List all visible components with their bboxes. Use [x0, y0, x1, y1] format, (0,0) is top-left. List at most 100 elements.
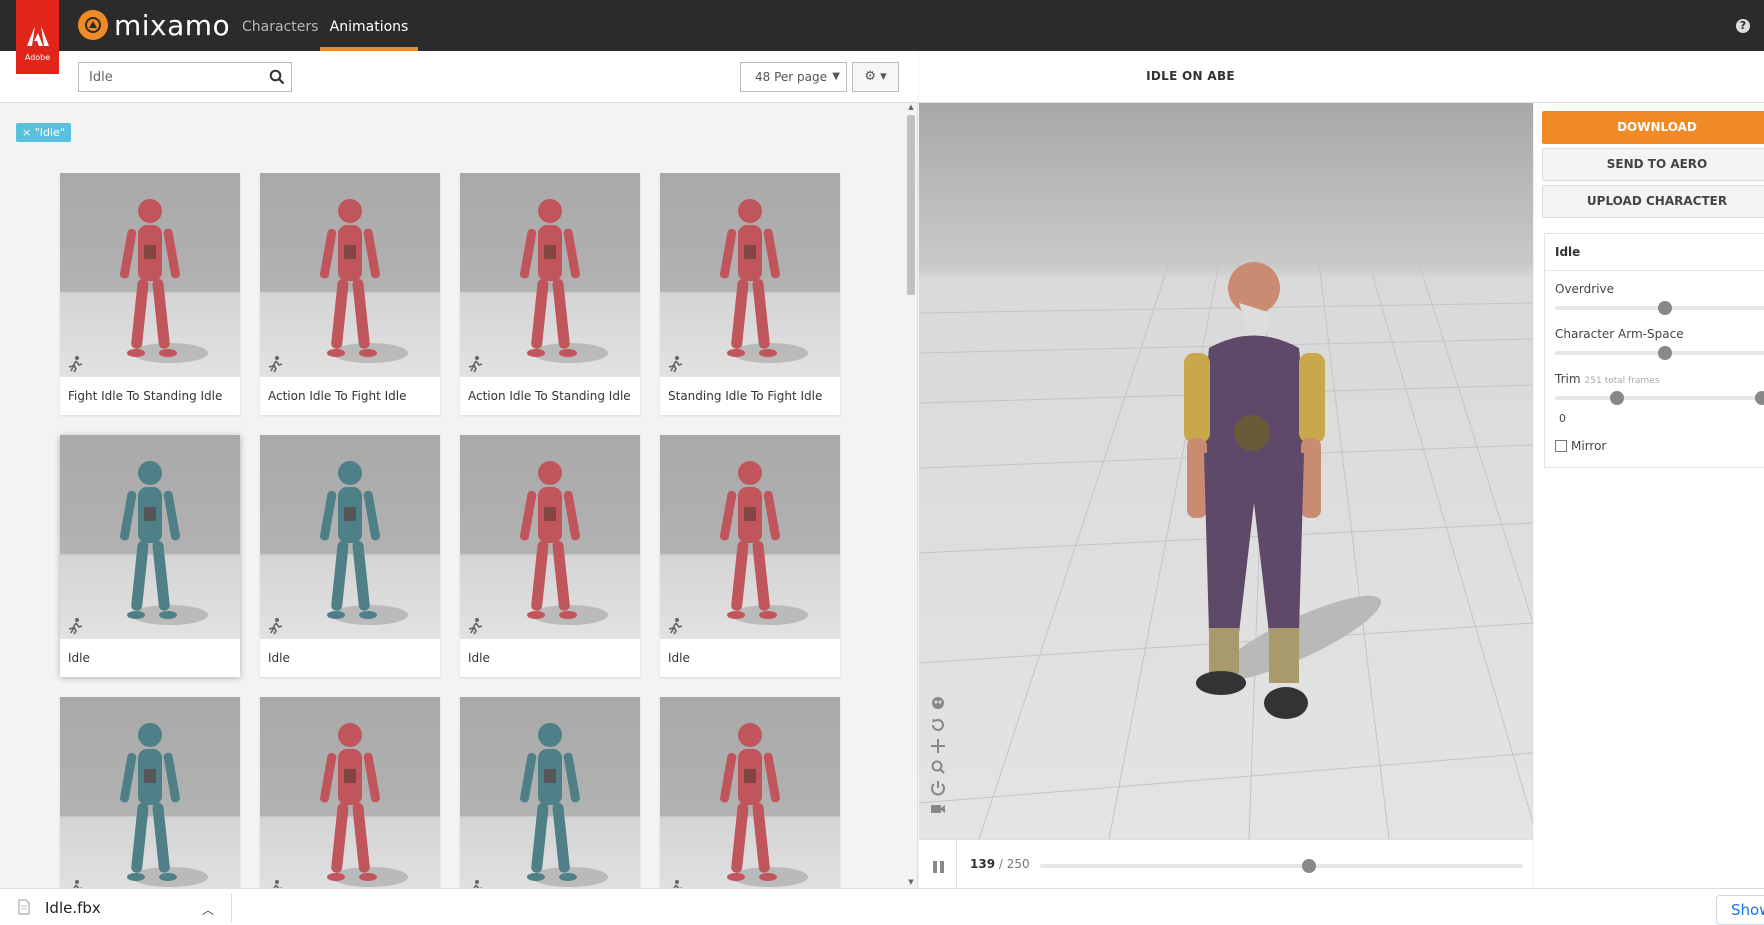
animation-results: × "Idle" Fight Idle To Standing Idle Act…: [0, 103, 918, 888]
timeline-slider[interactable]: [1040, 859, 1523, 873]
animation-thumbnail[interactable]: [60, 697, 240, 888]
running-man-icon: [468, 356, 483, 373]
chevron-down-icon: ▼: [832, 71, 840, 82]
animation-thumbnail-figure: [320, 723, 408, 887]
animation-card[interactable]: [60, 697, 240, 888]
mixamo-logo-icon: [78, 10, 108, 40]
trim-end-handle[interactable]: [1754, 391, 1764, 405]
arm-space-handle[interactable]: [1658, 346, 1672, 360]
animation-thumbnail[interactable]: [460, 173, 640, 377]
search-filter-tag[interactable]: × "Idle": [16, 123, 71, 142]
animation-card[interactable]: [260, 697, 440, 888]
animation-thumbnail-figure: [120, 199, 208, 363]
animation-thumbnail[interactable]: [660, 173, 840, 377]
overdrive-label: Overdrive: [1555, 282, 1615, 296]
download-file-name[interactable]: Idle.fbx: [45, 899, 101, 917]
animation-card[interactable]: Action Idle To Fight Idle: [260, 173, 440, 415]
animation-card-label: Fight Idle To Standing Idle: [68, 389, 223, 403]
running-man-icon: [273, 880, 282, 888]
upload-character-button[interactable]: UPLOAD CHARACTER: [1542, 185, 1764, 218]
search-input[interactable]: [79, 63, 259, 91]
animation-card[interactable]: Idle: [260, 435, 440, 677]
per-page-select[interactable]: 48 Per page ▼: [740, 62, 847, 92]
arm-space-label: Character Arm-Space: [1555, 327, 1684, 341]
running-man-icon: [473, 880, 482, 888]
animation-card[interactable]: Standing Idle To Fight Idle: [660, 173, 840, 415]
help-icon[interactable]: ?: [1736, 19, 1750, 33]
checkbox-icon[interactable]: [1555, 440, 1567, 452]
results-scrollbar[interactable]: ▲ ▼: [905, 103, 917, 888]
animation-thumbnail[interactable]: [60, 173, 240, 377]
current-frame: 139: [970, 857, 996, 871]
adobe-label: Adobe: [24, 53, 51, 62]
pan-icon[interactable]: [929, 737, 947, 755]
overdrive-handle[interactable]: [1658, 301, 1672, 315]
animation-card-label: Action Idle To Fight Idle: [268, 389, 407, 403]
divider: [231, 893, 232, 923]
animation-thumbnail[interactable]: [660, 435, 840, 639]
camera-icon[interactable]: [929, 800, 947, 818]
arm-space-slider[interactable]: [1555, 346, 1764, 360]
send-to-aero-button[interactable]: SEND TO AERO: [1542, 148, 1764, 181]
animation-card-label: Idle: [468, 651, 490, 665]
mirror-checkbox[interactable]: Mirror: [1555, 439, 1606, 453]
show-all-button[interactable]: Show: [1716, 895, 1764, 925]
power-icon[interactable]: [929, 779, 947, 797]
zoom-icon[interactable]: [929, 758, 947, 776]
download-button[interactable]: DOWNLOAD: [1542, 111, 1764, 144]
running-man-icon: [468, 618, 483, 635]
total-frames: / 250: [998, 857, 1030, 871]
settings-dropdown-button[interactable]: ⚙ ▾: [852, 62, 899, 92]
animation-thumbnail[interactable]: [260, 697, 440, 888]
trim-label-row: Trim 251 total frames: [1555, 372, 1659, 386]
chevron-up-icon[interactable]: ︿: [202, 901, 214, 918]
3d-viewport[interactable]: [919, 103, 1533, 839]
animation-thumbnail[interactable]: [660, 697, 840, 888]
adobe-logo[interactable]: Adobe: [16, 0, 59, 74]
tab-characters[interactable]: Characters: [242, 0, 318, 51]
animation-thumbnail[interactable]: [460, 435, 640, 639]
animation-thumbnail-figure: [720, 461, 808, 625]
animation-thumbnail[interactable]: [60, 435, 240, 639]
animation-thumbnail[interactable]: [260, 173, 440, 377]
scroll-up-icon[interactable]: ▲: [906, 103, 916, 113]
scrollbar-thumb[interactable]: [907, 115, 915, 295]
animation-settings-panel: Idle Overdrive Character Arm-Space Trim 2…: [1544, 233, 1764, 468]
running-man-icon: [668, 356, 683, 373]
animation-card[interactable]: Action Idle To Standing Idle: [460, 173, 640, 415]
character-model: [1184, 262, 1382, 719]
trim-hint: 251 total frames: [1584, 376, 1660, 386]
mixamo-logo[interactable]: mixamo: [78, 8, 231, 42]
scroll-down-icon[interactable]: ▼: [906, 878, 916, 888]
running-man-icon: [668, 618, 683, 635]
timeline-handle[interactable]: [1301, 859, 1316, 873]
animation-card[interactable]: Idle: [60, 435, 240, 677]
trim-start-handle[interactable]: [1609, 391, 1624, 405]
adobe-a-icon: [16, 26, 59, 51]
animation-card[interactable]: Idle: [460, 435, 640, 677]
viewport-tools: [929, 695, 949, 821]
reset-view-icon[interactable]: [929, 716, 947, 734]
animation-thumbnail-figure: [120, 461, 208, 625]
animation-card[interactable]: Idle: [660, 435, 840, 677]
animation-thumbnail[interactable]: [460, 697, 640, 888]
tab-animations[interactable]: Animations: [320, 0, 418, 51]
logo-text: mixamo: [114, 8, 231, 42]
animation-card[interactable]: [460, 697, 640, 888]
pause-icon: [933, 861, 937, 873]
running-man-icon: [68, 618, 83, 635]
pause-button[interactable]: [933, 858, 947, 873]
top-navbar: mixamo Characters Animations ?: [0, 0, 1764, 51]
animation-thumbnail[interactable]: [260, 435, 440, 639]
animation-card[interactable]: [660, 697, 840, 888]
settings-title: Idle: [1545, 234, 1764, 271]
search-icon[interactable]: [269, 69, 285, 85]
gear-icon: ⚙ ▾: [864, 69, 887, 84]
overdrive-slider[interactable]: [1555, 301, 1764, 315]
viewer-title: IDLE ON ABE: [1146, 69, 1235, 83]
animation-thumbnail-figure: [520, 723, 608, 887]
animation-sidebar: DOWNLOAD SEND TO AERO UPLOAD CHARACTER I…: [1534, 103, 1764, 888]
trim-slider[interactable]: [1555, 391, 1764, 405]
skeleton-icon[interactable]: [929, 695, 947, 713]
animation-card[interactable]: Fight Idle To Standing Idle: [60, 173, 240, 415]
